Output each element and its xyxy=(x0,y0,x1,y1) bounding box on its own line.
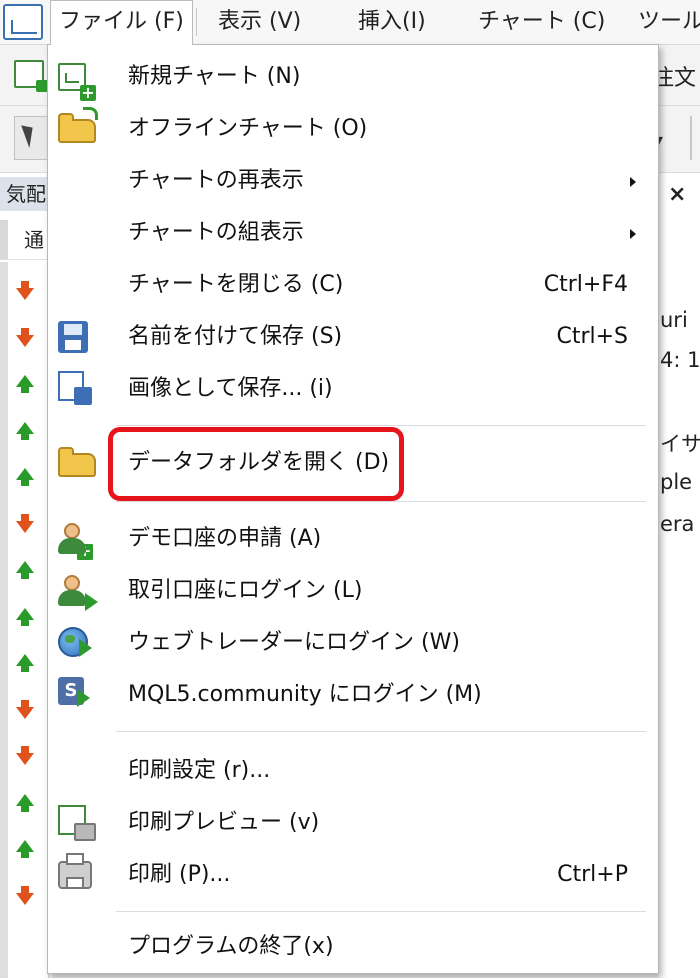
menu-item-label: 印刷プレビュー (v) xyxy=(128,810,320,835)
arrow-up-icon xyxy=(16,607,34,626)
menu-item-close-chart[interactable]: チャートを閉じる (C) Ctrl+F4 xyxy=(48,259,658,311)
highlight-box xyxy=(108,427,404,501)
menu-item-label: チャートの組表示 xyxy=(128,220,304,245)
menu-view[interactable]: 表示 (V) xyxy=(210,0,309,44)
right-text-fragment: uri xyxy=(660,308,688,332)
menu-item-shortcut: Ctrl+P xyxy=(557,862,628,887)
right-text-fragment: 4: 1 xyxy=(660,348,700,372)
menu-charts[interactable]: チャート (C) xyxy=(470,0,613,44)
menu-item-label: 印刷設定 (r)... xyxy=(128,758,271,783)
file-menu-dropdown: 新規チャート (N) オフラインチャート (O) チャートの再表示 チャートの組… xyxy=(47,44,659,974)
submenu-arrow-icon xyxy=(630,177,636,187)
menu-item-offline-chart[interactable]: オフラインチャート (O) xyxy=(48,103,658,155)
menu-item-login-trade-account[interactable]: 取引口座にログイン (L) xyxy=(48,565,658,617)
right-text-fragment: era xyxy=(660,512,695,536)
globe-icon xyxy=(58,627,92,657)
printer-icon xyxy=(58,853,92,889)
menu-item-label: 印刷 (P)... xyxy=(128,862,231,887)
new-chart-toolbar-icon[interactable] xyxy=(14,60,48,92)
menu-item-open-demo-account[interactable]: + デモ口座の申請 (A) xyxy=(48,513,658,565)
mql5-icon: S xyxy=(58,677,90,707)
menu-item-shortcut: Ctrl+F4 xyxy=(543,272,628,297)
arrow-down-icon xyxy=(16,327,34,347)
close-icon[interactable]: × xyxy=(668,182,686,207)
right-panel xyxy=(658,173,700,978)
menu-insert[interactable]: 挿入(I) xyxy=(350,0,434,44)
menu-item-label: ウェブトレーダーにログイン (W) xyxy=(128,630,460,655)
menu-item-label: オフラインチャート (O) xyxy=(128,116,368,141)
cursor-icon[interactable] xyxy=(14,116,48,160)
menu-item-label: デモ口座の申請 (A) xyxy=(128,526,322,551)
menu-item-save-as[interactable]: 名前を付けて保存 (S) Ctrl+S xyxy=(48,311,658,363)
menu-item-label: プログラムの終了(x) xyxy=(128,934,334,959)
arrow-down-icon xyxy=(16,281,34,300)
menu-item-label: 画像として保存... (i) xyxy=(128,376,333,401)
menu-item-print-preview[interactable]: 印刷プレビュー (v) xyxy=(48,797,658,849)
menu-item-profiles[interactable]: チャートの組表示 xyxy=(48,207,658,259)
row-indicator-column xyxy=(0,262,8,978)
menu-item-login-mql5[interactable]: S MQL5.community にログイン (M) xyxy=(48,669,658,721)
menu-item-new-chart[interactable]: 新規チャート (N) xyxy=(48,51,658,103)
menu-item-label: チャートの再表示 xyxy=(128,168,304,193)
menubar-divider xyxy=(196,8,197,36)
toolbar-divider xyxy=(690,116,692,160)
market-watch-title: 気配 xyxy=(0,177,48,211)
menu-bar: ファイル (F) 表示 (V) 挿入(I) チャート (C) ツール xyxy=(0,0,700,45)
user-login-icon xyxy=(58,575,98,611)
app-chart-icon[interactable] xyxy=(3,4,43,40)
right-text-fragment: ple xyxy=(660,470,693,494)
menu-item-print-setup[interactable]: 印刷設定 (r)... xyxy=(48,745,658,797)
print-preview-icon xyxy=(58,805,96,841)
right-text-fragment: イサ xyxy=(660,432,700,456)
arrow-up-icon xyxy=(16,840,34,858)
menu-item-save-as-picture[interactable]: 画像として保存... (i) xyxy=(48,363,658,415)
symbol-column-header[interactable]: 通 xyxy=(0,220,48,260)
menu-item-label: チャートを閉じる (C) xyxy=(128,272,344,297)
save-image-icon xyxy=(58,371,92,405)
new-chart-icon xyxy=(58,63,96,101)
folder-icon xyxy=(58,447,96,477)
menu-item-exit[interactable]: プログラムの終了(x) xyxy=(48,921,658,973)
menu-item-shortcut: Ctrl+S xyxy=(556,324,628,349)
arrow-up-icon xyxy=(16,793,34,812)
arrow-down-icon xyxy=(16,513,34,533)
menu-item-reopen-chart[interactable]: チャートの再表示 xyxy=(48,155,658,207)
arrow-up-icon xyxy=(16,468,34,486)
menu-separator xyxy=(116,731,646,732)
arrow-down-icon xyxy=(16,746,34,765)
user-add-icon: + xyxy=(58,523,94,561)
menu-file[interactable]: ファイル (F) xyxy=(50,0,193,45)
menu-separator xyxy=(116,501,646,502)
arrow-up-icon xyxy=(16,561,34,579)
menu-tools[interactable]: ツール xyxy=(630,0,700,44)
arrow-down-icon xyxy=(16,885,34,905)
menu-separator xyxy=(116,911,646,912)
arrow-down-icon xyxy=(16,699,34,719)
menu-item-label: 新規チャート (N) xyxy=(128,64,301,89)
menu-item-label: 名前を付けて保存 (S) xyxy=(128,324,343,349)
arrow-up-icon xyxy=(16,421,34,440)
arrow-up-icon xyxy=(16,654,34,672)
menu-item-login-web-trader[interactable]: ウェブトレーダーにログイン (W) xyxy=(48,617,658,669)
arrow-up-icon xyxy=(16,375,34,393)
save-disk-icon xyxy=(58,321,88,353)
menu-item-label: MQL5.community にログイン (M) xyxy=(128,682,482,707)
menu-item-label: 取引口座にログイン (L) xyxy=(128,578,363,603)
menu-separator xyxy=(116,425,646,426)
submenu-arrow-icon xyxy=(630,229,636,239)
menu-item-print[interactable]: 印刷 (P)... Ctrl+P xyxy=(48,849,658,901)
open-folder-icon xyxy=(58,107,98,143)
